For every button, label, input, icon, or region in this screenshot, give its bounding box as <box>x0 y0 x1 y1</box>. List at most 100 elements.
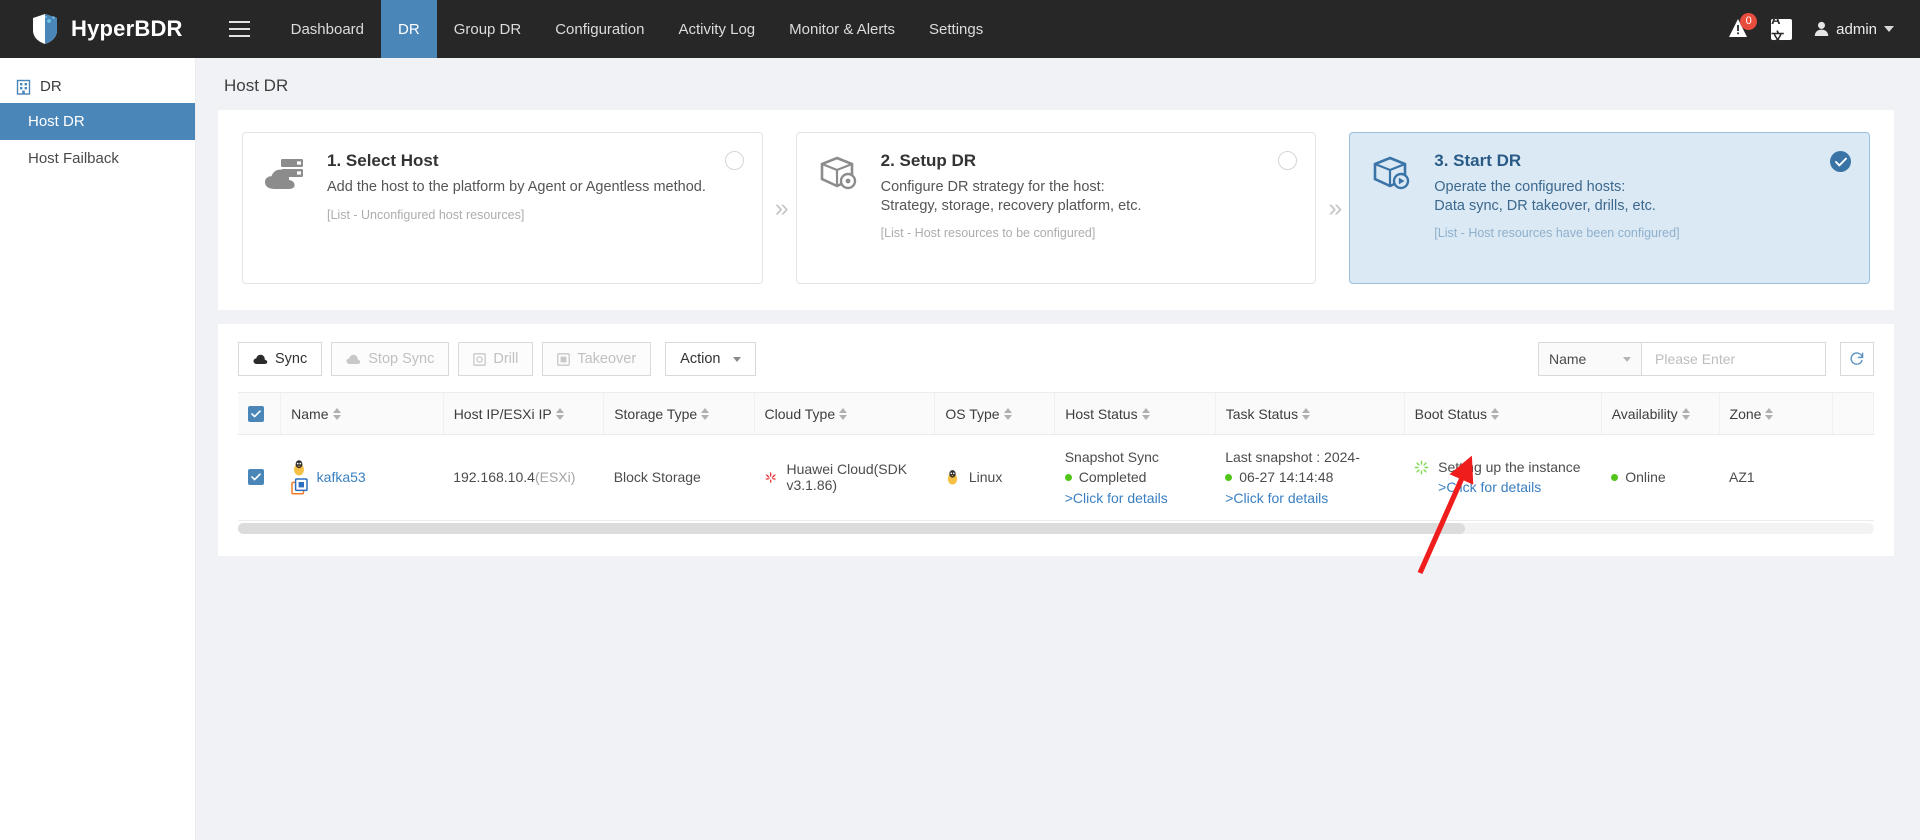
select-all-checkbox[interactable] <box>248 405 264 422</box>
user-name: admin <box>1836 20 1877 38</box>
column-header-os-type[interactable]: OS Type <box>934 392 1056 435</box>
dr-steps-panel: 1. Select Host Add the host to the platf… <box>218 110 1894 310</box>
scrollbar-thumb[interactable] <box>238 522 1465 534</box>
sort-icon[interactable] <box>555 407 564 420</box>
task-status-details-link[interactable]: >Click for details <box>1225 488 1394 508</box>
takeover-button-label: Takeover <box>577 351 637 367</box>
nav-item-configuration[interactable]: Configuration <box>538 0 661 58</box>
step-card-select-host[interactable]: 1. Select Host Add the host to the platf… <box>242 132 763 284</box>
refresh-button[interactable] <box>1840 342 1874 376</box>
cloud-stop-icon <box>346 354 361 364</box>
alerts-bell-button[interactable]: 0 <box>1727 13 1758 41</box>
host-status-details-link[interactable]: >Click for details <box>1065 488 1206 508</box>
column-header-name[interactable]: Name <box>280 392 444 435</box>
host-dr-table: Name Host IP/ESXi IP Storage Type Cloud … <box>238 392 1874 521</box>
boot-status-details-link[interactable]: >Click for details <box>1438 477 1580 497</box>
takeover-button[interactable]: Takeover <box>542 342 652 376</box>
user-avatar-icon <box>1814 21 1829 36</box>
cell-host-status: Snapshot Sync Completed >Click for detai… <box>1054 434 1216 521</box>
status-dot-green <box>1611 473 1619 481</box>
column-header-boot-status[interactable]: Boot Status <box>1404 392 1602 435</box>
check-icon <box>251 473 261 481</box>
check-icon <box>251 409 261 417</box>
brand-logo-area[interactable]: HyperBDR <box>0 0 205 58</box>
search-input[interactable] <box>1653 350 1838 368</box>
nav-item-dr[interactable]: DR <box>381 0 437 58</box>
column-header-host-status[interactable]: Host Status <box>1054 392 1216 435</box>
filter-field-select[interactable]: Name <box>1538 342 1642 376</box>
table-horizontal-scrollbar[interactable] <box>238 522 1874 534</box>
os-type-value: Linux <box>968 469 1003 486</box>
step-state-indicator <box>1278 151 1298 170</box>
step-separator-icon: » <box>1328 193 1342 222</box>
cell-host-ip: 192.168.10.4(ESXi) <box>443 434 604 521</box>
cell-task-status: Last snapshot : 2024- 06-27 14:14:48 >Cl… <box>1215 434 1405 521</box>
column-header-host-ip[interactable]: Host IP/ESXi IP <box>443 392 605 435</box>
sidebar-item-host-dr[interactable]: Host DR <box>0 103 195 140</box>
column-header-storage-type[interactable]: Storage Type <box>603 392 755 435</box>
column-label: Host Status <box>1065 405 1138 422</box>
sort-icon[interactable] <box>332 407 341 420</box>
nav-item-monitor-alerts[interactable]: Monitor & Alerts <box>772 0 912 58</box>
nav-item-group-dr[interactable]: Group DR <box>437 0 539 58</box>
nav-item-dashboard[interactable]: Dashboard <box>274 0 381 58</box>
step-body: 3. Start DR Operate the configured hosts… <box>1434 151 1849 240</box>
boot-status-value: Setting up the instance <box>1438 459 1581 476</box>
search-input-wrapper <box>1642 342 1838 376</box>
user-menu[interactable]: admin <box>1814 21 1894 38</box>
column-label: Storage Type <box>614 405 698 422</box>
sort-icon[interactable] <box>839 407 848 420</box>
hamburger-icon[interactable] <box>205 0 274 58</box>
cell-boot-status: Setting up the instance >Click for detai… <box>1404 434 1602 521</box>
box-gear-icon <box>817 151 863 200</box>
cell-availability: Online <box>1601 434 1720 521</box>
select-all-header <box>238 392 282 435</box>
alert-count-badge: 0 <box>1740 13 1758 30</box>
cell-spacer <box>1832 434 1874 521</box>
stop-sync-button[interactable]: Stop Sync <box>331 342 450 376</box>
sort-icon[interactable] <box>1681 407 1690 420</box>
host-status-value: Completed <box>1078 469 1147 486</box>
column-label: Name <box>291 405 329 422</box>
step-card-setup-dr[interactable]: 2. Setup DR Configure DR strategy for th… <box>795 132 1317 284</box>
nav-item-settings[interactable]: Settings <box>912 0 1000 58</box>
step-note: [List - Unconfigured host resources] <box>327 207 525 222</box>
drill-icon <box>473 352 487 366</box>
takeover-icon <box>557 352 571 366</box>
row-checkbox[interactable] <box>248 469 264 486</box>
column-header-availability[interactable]: Availability <box>1601 392 1720 435</box>
table-row[interactable]: kafka53 192.168.10.4(ESXi) Block Storage <box>238 434 1874 521</box>
availability-value: Online <box>1625 469 1666 486</box>
step-title: 2. Setup DR <box>880 151 977 170</box>
cloud-up-icon <box>253 354 268 364</box>
language-switch-icon[interactable]: A文 <box>1771 12 1793 45</box>
sort-icon[interactable] <box>1491 407 1500 420</box>
sidebar-item-host-failback[interactable]: Host Failback <box>0 140 195 177</box>
main-nav-items: Dashboard DR Group DR Configuration Acti… <box>274 0 1001 58</box>
drill-button[interactable]: Drill <box>458 342 534 376</box>
huawei-cloud-icon <box>765 471 777 484</box>
step-separator-icon: » <box>774 193 789 222</box>
linux-penguin-icon <box>294 460 305 476</box>
status-dot-green <box>1225 473 1233 481</box>
vm-instance-icon <box>290 478 308 495</box>
building-icon <box>16 79 31 95</box>
sync-button[interactable]: Sync <box>238 342 323 376</box>
action-dropdown-button[interactable]: Action <box>665 342 757 376</box>
cloud-type-value: Huawei Cloud(SDK v3.1.86) <box>786 461 908 494</box>
sort-icon[interactable] <box>1003 407 1012 420</box>
step-card-start-dr[interactable]: 3. Start DR Operate the configured hosts… <box>1349 132 1871 284</box>
column-header-zone[interactable]: Zone <box>1719 392 1834 435</box>
sort-icon[interactable] <box>1302 407 1311 420</box>
host-name-link[interactable]: kafka53 <box>317 469 366 485</box>
cell-name: kafka53 <box>280 434 444 521</box>
nav-right-actions: 0 A文 admin <box>1727 0 1920 58</box>
sort-icon[interactable] <box>1141 407 1150 420</box>
column-header-task-status[interactable]: Task Status <box>1215 392 1405 435</box>
sort-icon[interactable] <box>1765 407 1774 420</box>
nav-item-activity-log[interactable]: Activity Log <box>661 0 772 58</box>
column-header-cloud-type[interactable]: Cloud Type <box>754 392 936 435</box>
cell-zone: AZ1 <box>1719 434 1833 521</box>
loading-spinner-icon <box>1414 460 1429 475</box>
sort-icon[interactable] <box>701 407 710 420</box>
